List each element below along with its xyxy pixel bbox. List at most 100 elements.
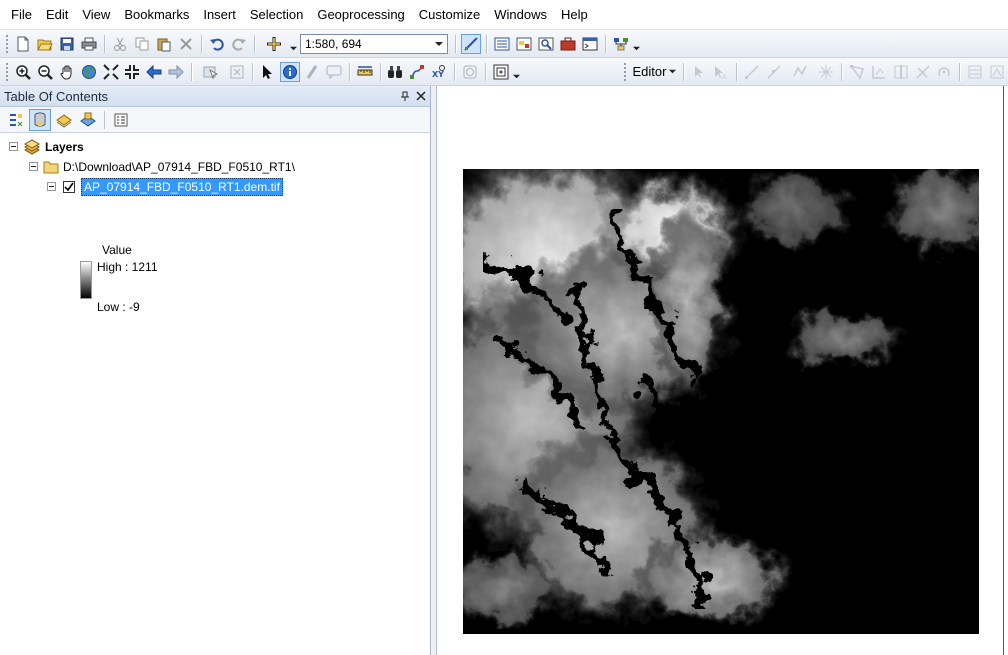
data-frame-label[interactable]: Layers [45, 140, 84, 154]
go-forward-arrow-icon[interactable] [166, 62, 186, 82]
point-icon[interactable] [816, 62, 836, 82]
separator [959, 62, 961, 81]
map-scale-combobox[interactable]: 1:580, 694 [300, 33, 448, 54]
collapse-layers-toggle[interactable] [9, 142, 18, 151]
full-extent-globe-icon[interactable] [79, 62, 99, 82]
fixed-zoom-out-icon[interactable] [123, 62, 143, 82]
go-to-xy-icon[interactable]: XY [429, 62, 449, 82]
paste-icon[interactable] [154, 34, 174, 54]
python-window-icon[interactable] [580, 34, 600, 54]
separator [254, 34, 255, 53]
menu-edit[interactable]: Edit [39, 4, 75, 26]
separator [605, 34, 606, 53]
rotate-tool-icon[interactable] [934, 62, 954, 82]
go-back-arrow-icon[interactable] [144, 62, 164, 82]
editor-menu[interactable]: Editor [630, 62, 680, 82]
cut-polygons-icon[interactable] [891, 62, 911, 82]
selected-layer-name[interactable]: AP_07914_FBD_F0510_RT1.dem.tif [81, 177, 283, 196]
menu-geoprocessing[interactable]: Geoprocessing [310, 4, 411, 26]
redo-icon[interactable] [229, 34, 249, 54]
dem-raster-image[interactable] [463, 169, 979, 634]
toolbar-options-icon[interactable] [512, 62, 520, 82]
time-slider-icon[interactable] [460, 62, 480, 82]
edit-annotation-icon[interactable]: A [711, 62, 731, 82]
find-route-icon[interactable] [407, 62, 427, 82]
modelbuilder-icon[interactable] [611, 34, 631, 54]
sketch-properties-icon[interactable] [987, 62, 1007, 82]
copy-icon[interactable] [132, 34, 152, 54]
map-display[interactable] [436, 86, 1008, 655]
reshape-feature-icon[interactable] [869, 62, 889, 82]
auto-hide-pin-icon[interactable] [400, 91, 410, 101]
close-icon[interactable] [416, 91, 426, 101]
collapse-layer-toggle[interactable] [47, 182, 56, 191]
find-binoculars-icon[interactable] [386, 62, 406, 82]
undo-icon[interactable] [207, 34, 227, 54]
edit-vertices-icon[interactable] [847, 62, 867, 82]
collapse-folder-toggle[interactable] [29, 162, 38, 171]
zoom-out-icon[interactable] [35, 62, 55, 82]
menu-insert[interactable]: Insert [196, 4, 243, 26]
legend-heading: Value [102, 243, 132, 257]
separator [455, 34, 456, 53]
end-point-arc-icon[interactable] [764, 62, 784, 82]
straight-segment-icon[interactable] [742, 62, 762, 82]
add-data-button[interactable] [260, 34, 288, 54]
new-document-button[interactable] [13, 34, 33, 54]
open-button[interactable] [35, 34, 55, 54]
source-folder-path[interactable]: D:\Download\AP_07914_FBD_F0510_RT1\ [63, 160, 295, 174]
measure-ruler-icon[interactable] [355, 62, 375, 82]
list-by-drawing-order-icon[interactable] [5, 109, 27, 131]
html-popup-icon[interactable] [324, 62, 344, 82]
save-button[interactable] [57, 34, 77, 54]
trace-icon[interactable] [786, 62, 814, 82]
menu-windows[interactable]: Windows [487, 4, 554, 26]
toolbar-grip[interactable] [5, 61, 9, 82]
list-by-source-icon[interactable] [29, 108, 51, 131]
toolbar-options-icon[interactable] [632, 34, 640, 54]
separator [201, 34, 202, 53]
fixed-zoom-in-icon[interactable] [101, 62, 121, 82]
hyperlink-icon[interactable] [302, 62, 322, 82]
catalog-window-icon[interactable] [514, 34, 534, 54]
chevron-down-icon[interactable] [434, 39, 444, 49]
arctoolbox-icon[interactable] [558, 34, 578, 54]
svg-text:XY: XY [432, 70, 444, 79]
menu-bookmarks[interactable]: Bookmarks [117, 4, 196, 26]
separator [191, 62, 193, 81]
create-viewer-window-icon[interactable] [491, 62, 511, 82]
separator [104, 110, 105, 129]
identify-icon[interactable] [279, 61, 300, 82]
toc-title: Table Of Contents [4, 88, 109, 104]
table-of-contents-panel: Table Of Contents Layers D:\Download\AP_… [0, 86, 431, 655]
table-of-contents-icon[interactable] [492, 34, 512, 54]
menu-selection[interactable]: Selection [243, 4, 310, 26]
menu-view[interactable]: View [75, 4, 117, 26]
list-by-selection-icon[interactable] [77, 109, 99, 131]
zoom-in-icon[interactable] [13, 62, 33, 82]
menu-help[interactable]: Help [554, 4, 595, 26]
toc-options-icon[interactable] [110, 109, 132, 131]
search-window-icon[interactable] [536, 34, 556, 54]
pan-hand-icon[interactable] [57, 62, 77, 82]
editor-toolbar-button[interactable] [461, 33, 481, 54]
add-data-dropdown-icon[interactable] [289, 34, 297, 54]
toolbar-grip[interactable] [622, 61, 627, 82]
list-by-visibility-icon[interactable] [53, 109, 75, 131]
menu-file[interactable]: File [4, 4, 39, 26]
separator [379, 62, 381, 81]
layers-stack-icon [24, 138, 40, 155]
clear-selection-icon[interactable] [227, 62, 247, 82]
edit-tool-icon[interactable] [689, 62, 709, 82]
split-tool-icon[interactable] [913, 62, 933, 82]
separator [683, 62, 685, 81]
toolbar-grip[interactable] [5, 33, 9, 54]
select-features-icon[interactable] [197, 62, 225, 82]
delete-icon[interactable] [176, 34, 196, 54]
select-elements-pointer-icon[interactable] [258, 62, 278, 82]
print-button[interactable] [79, 34, 99, 54]
layer-visibility-checkbox[interactable] [63, 180, 75, 193]
menu-customize[interactable]: Customize [412, 4, 487, 26]
cut-icon[interactable] [110, 34, 130, 54]
attributes-icon[interactable] [965, 62, 985, 82]
